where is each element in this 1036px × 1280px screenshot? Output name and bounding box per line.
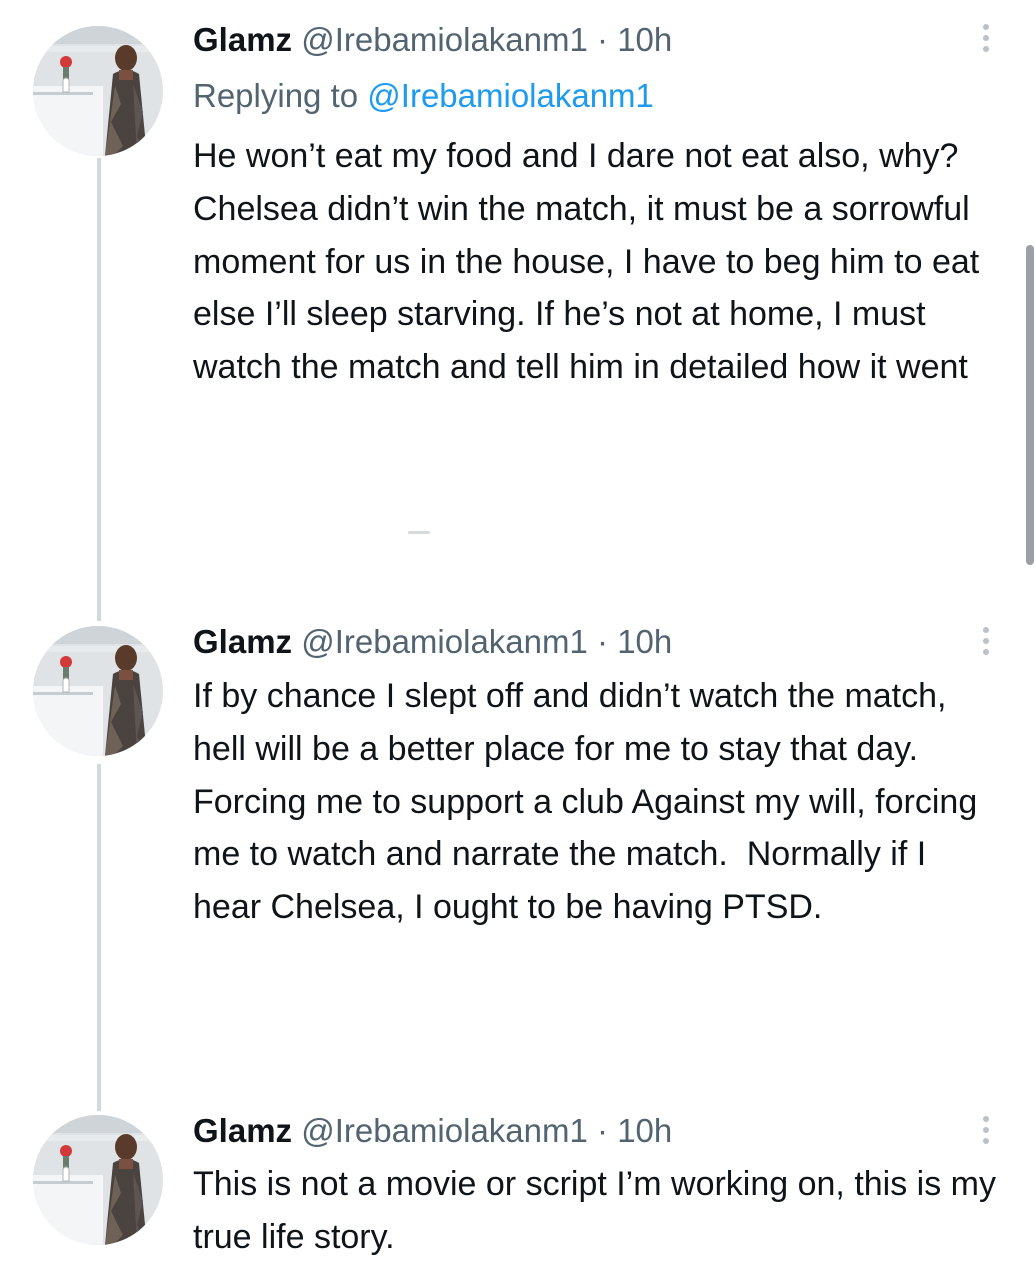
tweet-header: Glamz @Irebamiolakanm1 · 10h [193,20,672,60]
user-handle[interactable]: @Irebamiolakanm1 [301,623,588,660]
more-vertical-icon [983,46,989,52]
replying-to: Replying to @Irebamiolakanm1 [193,76,654,116]
tweet-text: He won’t eat my food and I dare not eat … [193,137,989,387]
display-name[interactable]: Glamz [193,1112,292,1149]
more-vertical-icon [983,627,989,633]
more-options-button[interactable] [970,18,1002,58]
thread-connector-line [97,764,101,1111]
profile-avatar[interactable] [33,626,163,756]
tweet-header: Glamz @Irebamiolakanm1 · 10h [193,622,672,662]
scrollbar-thumb[interactable] [1026,245,1034,565]
user-handle[interactable]: @Irebamiolakanm1 [301,21,588,58]
more-vertical-icon [983,1127,989,1133]
more-options-button[interactable] [970,621,1002,661]
more-vertical-icon [983,1116,989,1122]
replying-to-mention[interactable]: @Irebamiolakanm1 [367,77,654,114]
more-options-button[interactable] [970,1110,1002,1150]
more-vertical-icon [983,1138,989,1144]
user-handle[interactable]: @Irebamiolakanm1 [301,1112,588,1149]
header-separator: · [597,21,609,58]
more-vertical-icon [983,638,989,644]
tweet-text: This is not a movie or script I’m workin… [193,1165,1006,1256]
profile-avatar[interactable] [33,1115,163,1245]
tweet-timestamp[interactable]: 10h [617,623,672,660]
tweet-text: If by chance I slept off and didn’t watc… [193,677,987,927]
tweet-timestamp[interactable]: 10h [617,21,672,58]
display-name[interactable]: Glamz [193,623,292,660]
tweet-header: Glamz @Irebamiolakanm1 · 10h [193,1111,672,1151]
decorative-mark [408,531,430,534]
thread-connector-line [97,158,101,621]
display-name[interactable]: Glamz [193,21,292,58]
tweet-timestamp[interactable]: 10h [617,1112,672,1149]
more-vertical-icon [983,649,989,655]
header-separator: · [597,1112,609,1149]
replying-to-label: Replying to [193,77,359,114]
header-separator: · [597,623,609,660]
more-vertical-icon [983,24,989,30]
profile-avatar[interactable] [33,26,163,156]
more-vertical-icon [983,35,989,41]
